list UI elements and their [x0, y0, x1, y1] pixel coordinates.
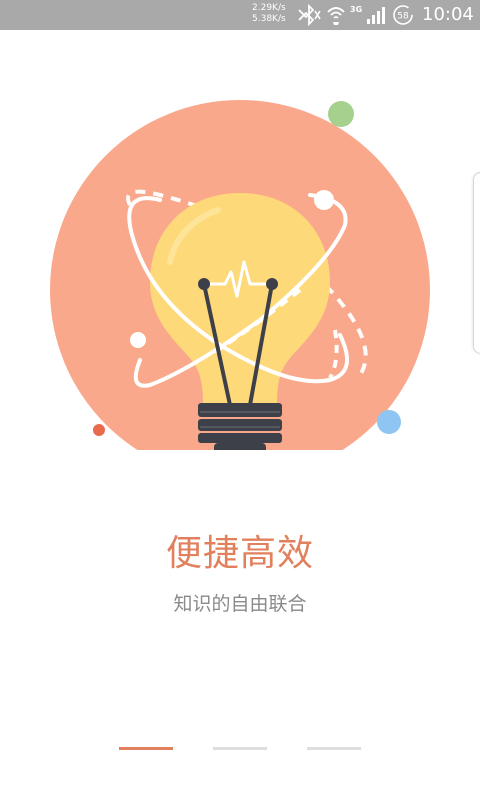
network-speed: 2.29K/s 5.38K/s [252, 3, 286, 25]
bluetooth-icon [298, 4, 321, 26]
battery-level: 58 [397, 12, 409, 22]
wifi-icon [327, 7, 345, 25]
page-indicator-1[interactable] [119, 747, 173, 750]
red-dot [93, 424, 105, 436]
page-indicator-2[interactable] [213, 747, 267, 750]
lightbulb-illustration [50, 100, 430, 450]
orbit-ball-top [314, 190, 334, 210]
battery-icon: 58 [393, 5, 413, 25]
upload-speed: 2.29K/s [252, 3, 286, 13]
green-dot [328, 101, 354, 127]
status-time: 10:04 [422, 4, 474, 25]
signal-icon [367, 7, 385, 24]
network-type-label: 3G [350, 5, 363, 14]
status-bar: 2.29K/s 5.38K/s 3G 58 10:04 [0, 0, 480, 30]
download-speed: 5.38K/s [252, 14, 286, 24]
edge-handle[interactable] [473, 172, 480, 354]
blue-dot [377, 410, 401, 434]
bulb-base [198, 403, 282, 417]
onboarding-screen: 2.29K/s 5.38K/s 3G 58 10:04 便捷高效 知识的自由联合 [0, 0, 480, 800]
orbit-ball-left [130, 332, 146, 348]
page-title: 便捷高效 [165, 533, 314, 574]
page-indicator-3[interactable] [307, 747, 361, 750]
page-subtitle: 知识的自由联合 [173, 593, 307, 615]
page-indicator [0, 747, 480, 751]
